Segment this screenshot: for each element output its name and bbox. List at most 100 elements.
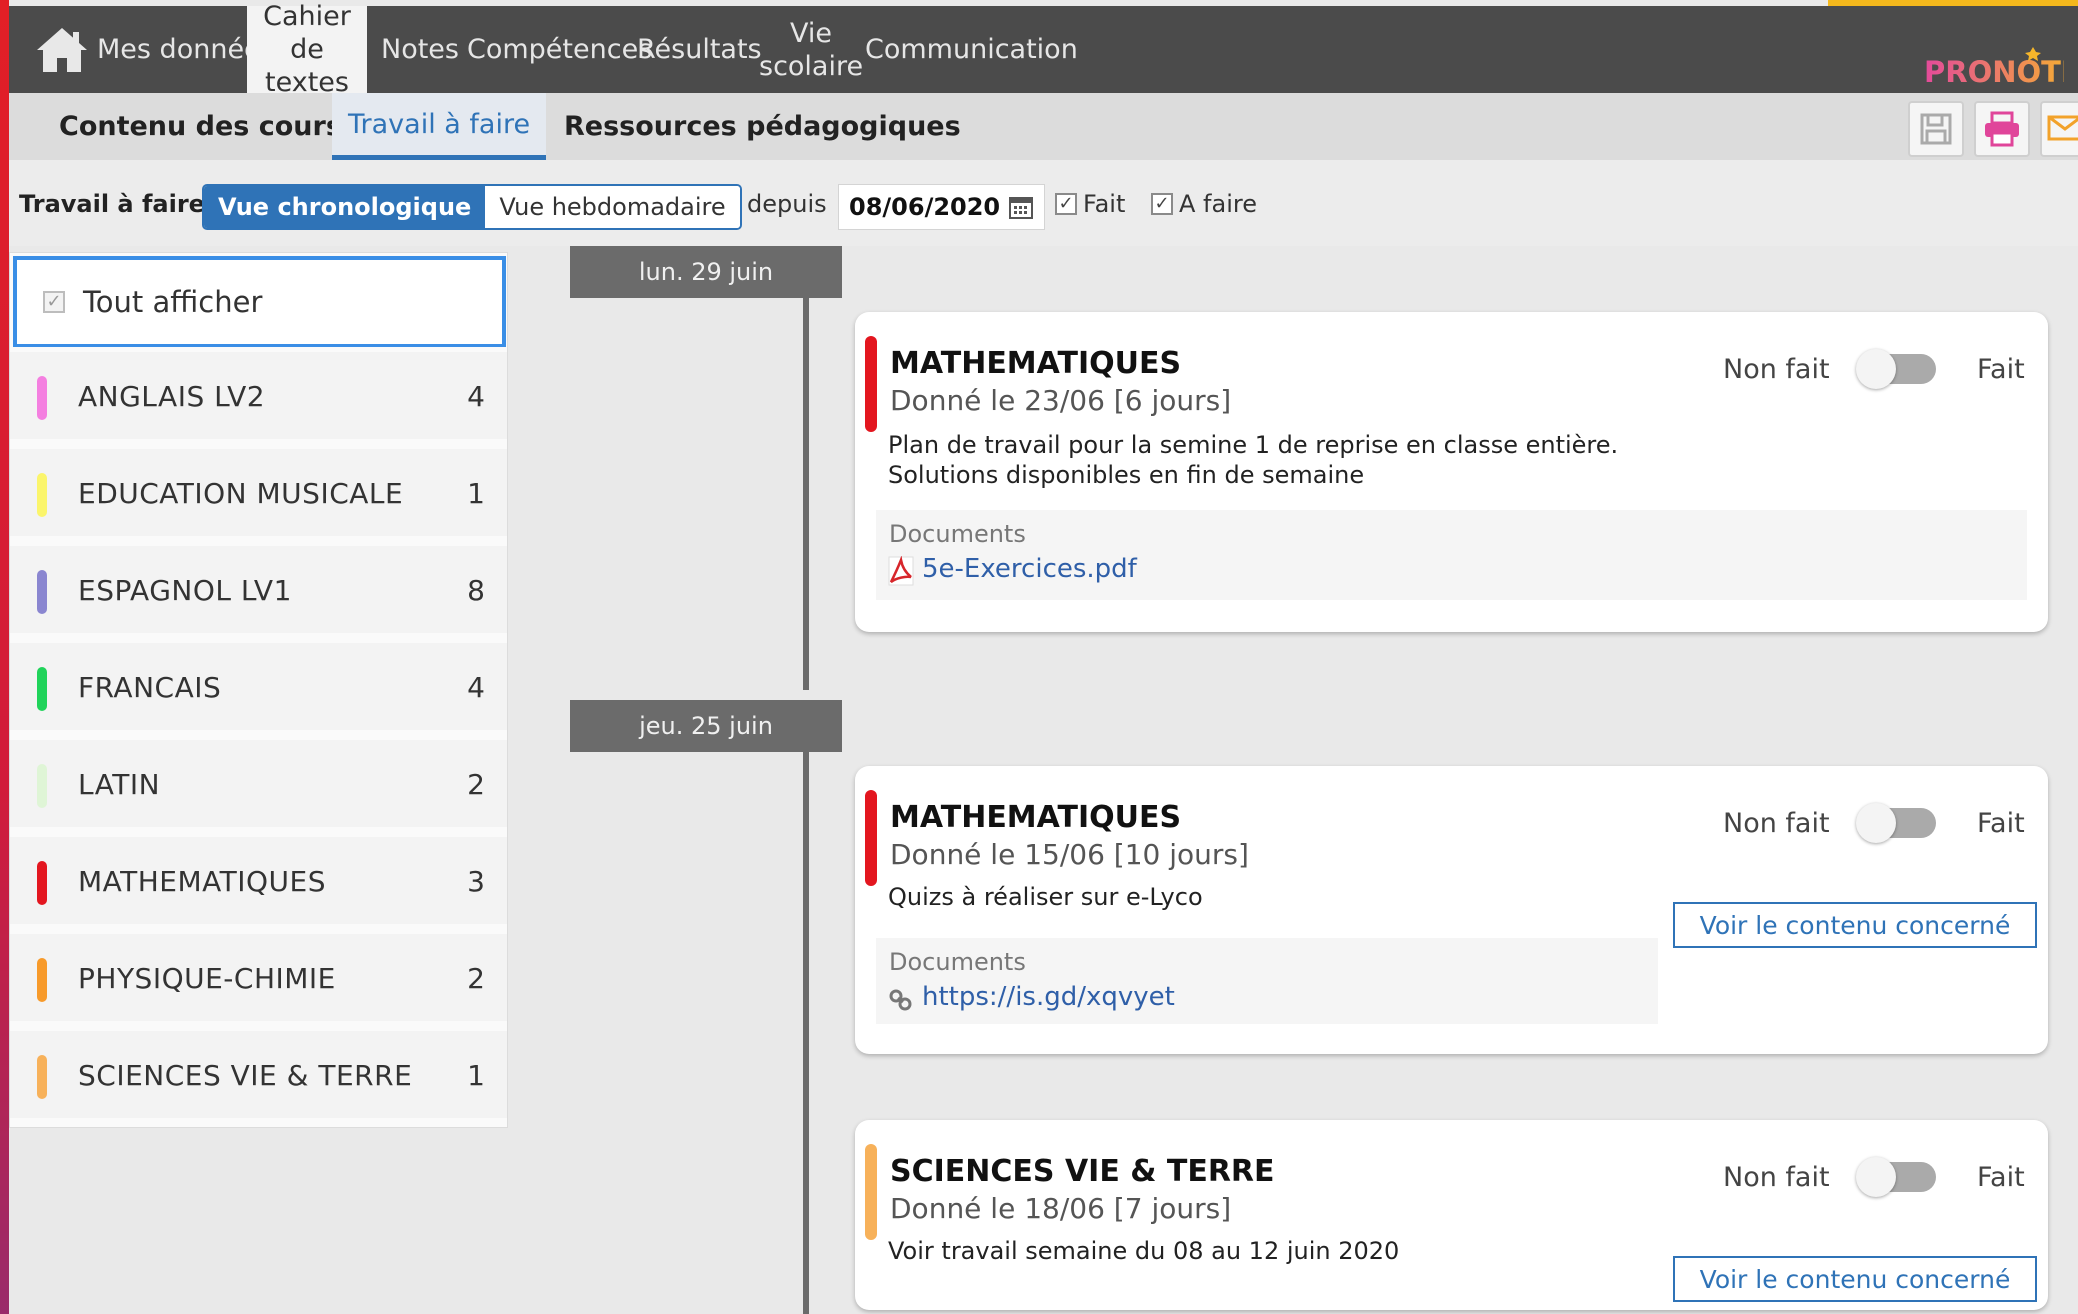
subject-count: 4 bbox=[467, 380, 485, 413]
top-navigation: Mes données Cahier de textes Notes Compé… bbox=[9, 1, 2078, 98]
tab-contenu-des-cours[interactable]: Contenu des cours bbox=[43, 93, 358, 160]
card-given-date: Donné le 23/06 [6 jours] bbox=[890, 384, 1232, 417]
pronote-logo: PRONOTE bbox=[1922, 46, 2078, 89]
timeline-line bbox=[803, 752, 809, 1314]
documents-label: Documents bbox=[889, 520, 1026, 548]
subject-color-bar bbox=[37, 764, 47, 808]
card-color-bar bbox=[865, 790, 877, 886]
card-color-bar bbox=[865, 1144, 877, 1240]
subject-item-francais[interactable]: FRANCAIS 4 bbox=[10, 638, 507, 730]
envelope-icon bbox=[2047, 115, 2078, 141]
documents-section: Documents 5e-Exercices.pdf bbox=[876, 510, 2027, 600]
link-icon bbox=[889, 989, 912, 1011]
filter-bar: Travail à faire Vue chronologique Vue he… bbox=[9, 160, 2078, 246]
email-button[interactable] bbox=[2040, 101, 2078, 157]
subject-color-bar bbox=[37, 1055, 47, 1099]
card-color-bar bbox=[865, 336, 877, 432]
done-toggle[interactable] bbox=[1856, 349, 1936, 389]
document-link[interactable]: 5e-Exercices.pdf bbox=[922, 554, 1137, 584]
subject-count: 2 bbox=[467, 768, 485, 801]
non-fait-label: Non fait bbox=[1723, 354, 1830, 385]
save-icon bbox=[1920, 113, 1952, 145]
subject-color-bar bbox=[37, 376, 47, 420]
subject-name: ANGLAIS LV2 bbox=[78, 380, 266, 413]
toggle-knob bbox=[1856, 1157, 1896, 1197]
date-value: 08/06/2020 bbox=[849, 193, 1001, 221]
fait-checkbox-label: Fait bbox=[1083, 190, 1126, 218]
tab-ressources-pedagogiques[interactable]: Ressources pédagogiques bbox=[548, 93, 977, 160]
document-link[interactable]: https://is.gd/xqvyet bbox=[922, 982, 1175, 1012]
nav-communication[interactable]: Communication bbox=[851, 6, 1092, 93]
view-weekly-button[interactable]: Vue hebdomadaire bbox=[485, 186, 740, 228]
timeline-line bbox=[803, 298, 809, 690]
calendar-icon[interactable] bbox=[1008, 194, 1034, 220]
subject-name: FRANCAIS bbox=[78, 671, 222, 704]
subject-item-latin[interactable]: LATIN 2 bbox=[10, 735, 507, 827]
subject-color-bar bbox=[37, 861, 47, 905]
done-toggle[interactable] bbox=[1856, 1157, 1936, 1197]
afaire-checkbox[interactable]: ✓ bbox=[1151, 193, 1173, 215]
subject-count: 8 bbox=[467, 574, 485, 607]
printer-icon bbox=[1985, 111, 2019, 147]
view-toggle: Vue chronologique Vue hebdomadaire bbox=[202, 184, 742, 230]
pdf-icon bbox=[888, 556, 914, 586]
fait-label: Fait bbox=[1977, 354, 2025, 385]
subject-count: 3 bbox=[467, 865, 485, 898]
nav-cahier-de-textes[interactable]: Cahier de textes bbox=[247, 1, 367, 98]
card-description: Plan de travail pour la semine 1 de repr… bbox=[888, 430, 1618, 490]
card-description: Quizs à réaliser sur e-Lyco bbox=[888, 883, 1203, 911]
homework-card: MATHEMATIQUES Donné le 23/06 [6 jours] P… bbox=[855, 312, 2048, 632]
card-subject: MATHEMATIQUES bbox=[890, 800, 1182, 835]
subject-count: 1 bbox=[467, 477, 485, 510]
subject-count: 1 bbox=[467, 1059, 485, 1092]
documents-label: Documents bbox=[889, 948, 1026, 976]
non-fait-label: Non fait bbox=[1723, 808, 1830, 839]
subject-item-anglais[interactable]: ANGLAIS LV2 4 bbox=[10, 347, 507, 439]
subject-item-education-musicale[interactable]: EDUCATION MUSICALE 1 bbox=[10, 444, 507, 536]
card-description-line: Solutions disponibles en fin de semaine bbox=[888, 461, 1365, 489]
voir-contenu-button[interactable]: Voir le contenu concerné bbox=[1673, 902, 2037, 948]
voir-contenu-button[interactable]: Voir le contenu concerné bbox=[1673, 1256, 2037, 1302]
subject-color-bar bbox=[37, 570, 47, 614]
subject-item-mathematiques[interactable]: MATHEMATIQUES 3 bbox=[10, 832, 507, 924]
show-all-item[interactable]: ✓ Tout afficher bbox=[13, 256, 506, 348]
tab-travail-a-faire[interactable]: Travail à faire bbox=[332, 93, 547, 160]
subject-list: ✓ Tout afficher ANGLAIS LV2 4 EDUCATION … bbox=[9, 252, 508, 1128]
card-given-date: Donné le 18/06 [7 jours] bbox=[890, 1192, 1232, 1225]
show-all-checkbox[interactable]: ✓ bbox=[43, 291, 65, 313]
view-chronological-button[interactable]: Vue chronologique bbox=[204, 186, 486, 228]
subject-color-bar bbox=[37, 958, 47, 1002]
toggle-knob bbox=[1856, 349, 1896, 389]
card-description-line: Plan de travail pour la semine 1 de repr… bbox=[888, 431, 1619, 459]
show-all-label: Tout afficher bbox=[83, 285, 263, 319]
subject-name: PHYSIQUE-CHIMIE bbox=[78, 962, 336, 995]
subject-name: MATHEMATIQUES bbox=[78, 865, 326, 898]
documents-section: Documents https://is.gd/xqvyet bbox=[876, 938, 1658, 1024]
fait-checkbox[interactable]: ✓ bbox=[1055, 193, 1077, 215]
window-frame-left bbox=[0, 0, 9, 1314]
subject-name: LATIN bbox=[78, 768, 161, 801]
subject-count: 2 bbox=[467, 962, 485, 995]
date-field[interactable]: 08/06/2020 bbox=[838, 184, 1046, 230]
subject-name: ESPAGNOL LV1 bbox=[78, 574, 292, 607]
done-toggle[interactable] bbox=[1856, 803, 1936, 843]
print-button[interactable] bbox=[1974, 101, 2030, 157]
subject-item-espagnol[interactable]: ESPAGNOL LV1 8 bbox=[10, 541, 507, 633]
date-header: lun. 29 juin bbox=[570, 246, 842, 298]
subject-name: EDUCATION MUSICALE bbox=[78, 477, 404, 510]
sub-navigation: Contenu des cours Travail à faire Ressou… bbox=[9, 93, 2078, 160]
fait-label: Fait bbox=[1977, 808, 2025, 839]
date-header: jeu. 25 juin bbox=[570, 700, 842, 752]
afaire-checkbox-label: A faire bbox=[1179, 190, 1257, 218]
card-subject: MATHEMATIQUES bbox=[890, 346, 1182, 381]
subject-item-physique-chimie[interactable]: PHYSIQUE-CHIMIE 2 bbox=[10, 929, 507, 1021]
toggle-knob bbox=[1856, 803, 1896, 843]
since-label: depuis bbox=[747, 190, 827, 218]
homework-card: SCIENCES VIE & TERRE Donné le 18/06 [7 j… bbox=[855, 1120, 2048, 1310]
subject-item-svt[interactable]: SCIENCES VIE & TERRE 1 bbox=[10, 1026, 507, 1118]
save-button[interactable] bbox=[1908, 101, 1964, 157]
subject-count: 4 bbox=[467, 671, 485, 704]
card-description: Voir travail semaine du 08 au 12 juin 20… bbox=[888, 1237, 1400, 1265]
logo-text: PRONOTE bbox=[1924, 55, 2064, 88]
non-fait-label: Non fait bbox=[1723, 1162, 1830, 1193]
